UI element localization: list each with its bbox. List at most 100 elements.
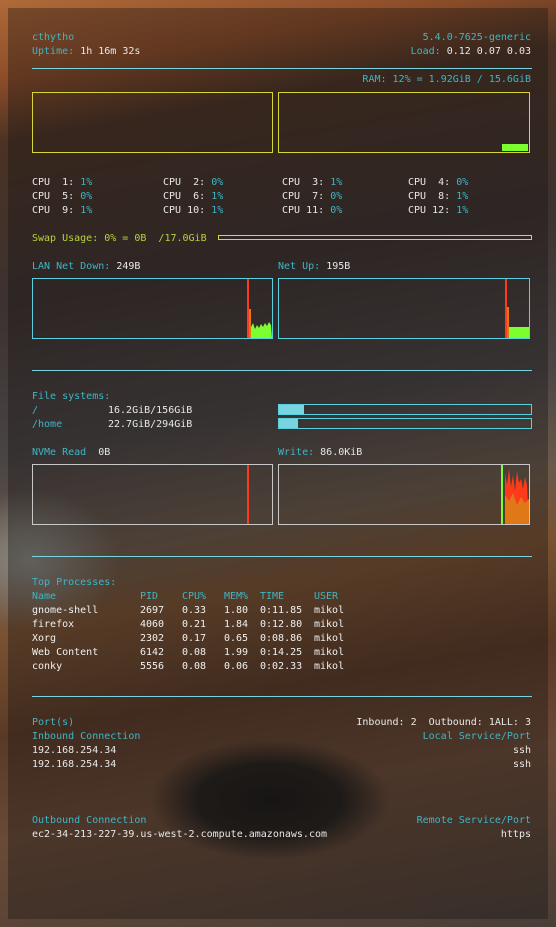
uptime-value: 1h 16m 32s (80, 46, 141, 57)
cpu-item: CPU 4: 0% (408, 177, 468, 189)
cpu-value: 1% (330, 177, 343, 188)
cpu-value: 1% (80, 177, 93, 188)
uptime-row: Uptime: 1h 16m 32s (32, 46, 140, 58)
process-cell: 1.80 (224, 605, 249, 616)
inbound-ip: 192.168.254.34 (32, 745, 117, 756)
cpu-value: 0% (211, 177, 224, 188)
cpu-value: 0% (80, 191, 93, 202)
cpu-value: 1% (456, 205, 469, 216)
cpu-item: CPU 8: 1% (408, 191, 468, 203)
process-cell: 2697 (140, 605, 165, 616)
process-header: MEM% (224, 591, 249, 602)
divider (32, 556, 532, 557)
net-down-value: 249B (116, 261, 141, 272)
process-cell: 0.33 (182, 605, 207, 616)
cpu-item: CPU 3: 1% (282, 177, 342, 189)
process-cell: mikol (314, 647, 345, 658)
process-cell: 6142 (140, 647, 165, 658)
disk-write-label: Write: (278, 447, 315, 458)
process-cell: Xorg (32, 633, 57, 644)
ports-summary: Inbound: 2 Outbound: 1ALL: 3 (356, 717, 531, 728)
process-cell: 1.84 (224, 619, 249, 630)
inbound-service: ssh (512, 745, 531, 756)
cpu-value: 1% (456, 191, 469, 202)
disk-write-graph-plot (501, 465, 529, 524)
cpu-item: CPU 2: 0% (163, 177, 223, 189)
uptime-label: Uptime: (32, 46, 75, 57)
cpu-value: 0% (330, 205, 343, 216)
remote-service-label: Remote Service/Port (416, 815, 531, 826)
cpu-label: CPU 9: (32, 205, 75, 216)
process-cell: 0.21 (182, 619, 207, 630)
fs-home-mount: /home (32, 419, 63, 430)
process-header: TIME (260, 591, 285, 602)
filesystems-title: File systems: (32, 391, 111, 402)
cpu-value: 0% (330, 191, 343, 202)
divider (32, 696, 532, 697)
fs-home-bar (278, 418, 532, 429)
net-down-graph (32, 278, 273, 339)
process-cell: 2302 (140, 633, 165, 644)
cpu-label: CPU 11: (282, 205, 325, 216)
cpu-item: CPU 11: 0% (282, 205, 342, 217)
process-cell: firefox (32, 619, 75, 630)
kernel-version: 5.4.0-7625-generic (422, 32, 531, 43)
outbound-label: Outbound Connection (32, 815, 147, 826)
process-cell: 0.08 (182, 661, 207, 672)
ram-usage: RAM: 12% = 1.92GiB / 15.6GiB (362, 74, 531, 85)
disk-write-value: 86.0KiB (320, 447, 363, 458)
process-cell: mikol (314, 619, 345, 630)
process-cell: mikol (314, 633, 345, 644)
outbound-host: ec2-34-213-227-39.us-west-2.compute.amaz… (32, 829, 328, 840)
divider (32, 68, 532, 69)
net-up-row: Net Up: 195B (278, 261, 350, 273)
inbound-service: ssh (512, 759, 531, 770)
cpu-label: CPU 4: (408, 177, 451, 188)
swap-bar (218, 235, 532, 240)
process-cell: mikol (314, 605, 345, 616)
cpu-label: CPU 5: (32, 191, 75, 202)
load-row: Load: 0.12 0.07 0.03 (411, 46, 531, 58)
net-up-value: 195B (326, 261, 351, 272)
ram-graph-right (278, 92, 530, 153)
process-cell: Web Content (32, 647, 99, 658)
cpu-label: CPU 1: (32, 177, 75, 188)
process-cell: conky (32, 661, 63, 672)
cpu-item: CPU 1: 1% (32, 177, 92, 189)
swap-usage: Swap Usage: 0% = 0B /17.0GiB (32, 233, 207, 244)
disk-write-row: Write: 86.0KiB (278, 447, 362, 459)
fs-root-fill (279, 405, 305, 414)
cpu-value: 1% (211, 191, 224, 202)
cpu-label: CPU 10: (163, 205, 206, 216)
net-up-graph-plot (505, 279, 529, 338)
cpu-label: CPU 3: (282, 177, 325, 188)
process-cell: 4060 (140, 619, 165, 630)
cpu-item: CPU 6: 1% (163, 191, 223, 203)
cpu-item: CPU 7: 0% (282, 191, 342, 203)
load-value: 0.12 0.07 0.03 (446, 46, 531, 57)
cpu-item: CPU 10: 1% (163, 205, 223, 217)
process-header: PID (140, 591, 159, 602)
net-down-row: LAN Net Down: 249B (32, 261, 140, 273)
process-header: CPU% (182, 591, 207, 602)
process-cell: mikol (314, 661, 345, 672)
cpu-label: CPU 2: (163, 177, 206, 188)
net-up-graph (278, 278, 530, 339)
fs-root-bar (278, 404, 532, 415)
process-cell: 0:02.33 (260, 661, 303, 672)
process-header: USER (314, 591, 339, 602)
cpu-value: 0% (456, 177, 469, 188)
cpu-label: CPU 12: (408, 205, 451, 216)
disk-read-graph (32, 464, 273, 525)
inbound-label: Inbound Connection (32, 731, 141, 742)
cpu-value: 1% (211, 205, 224, 216)
hostname: cthytho (32, 32, 75, 43)
inbound-ip: 192.168.254.34 (32, 759, 117, 770)
cpu-value: 1% (80, 205, 93, 216)
process-cell: 0:14.25 (260, 647, 303, 658)
processes-title: Top Processes: (32, 577, 117, 588)
load-label: Load: (410, 46, 441, 57)
cpu-item: CPU 12: 1% (408, 205, 468, 217)
disk-read-value: 0B (98, 447, 111, 458)
process-cell: 5556 (140, 661, 165, 672)
